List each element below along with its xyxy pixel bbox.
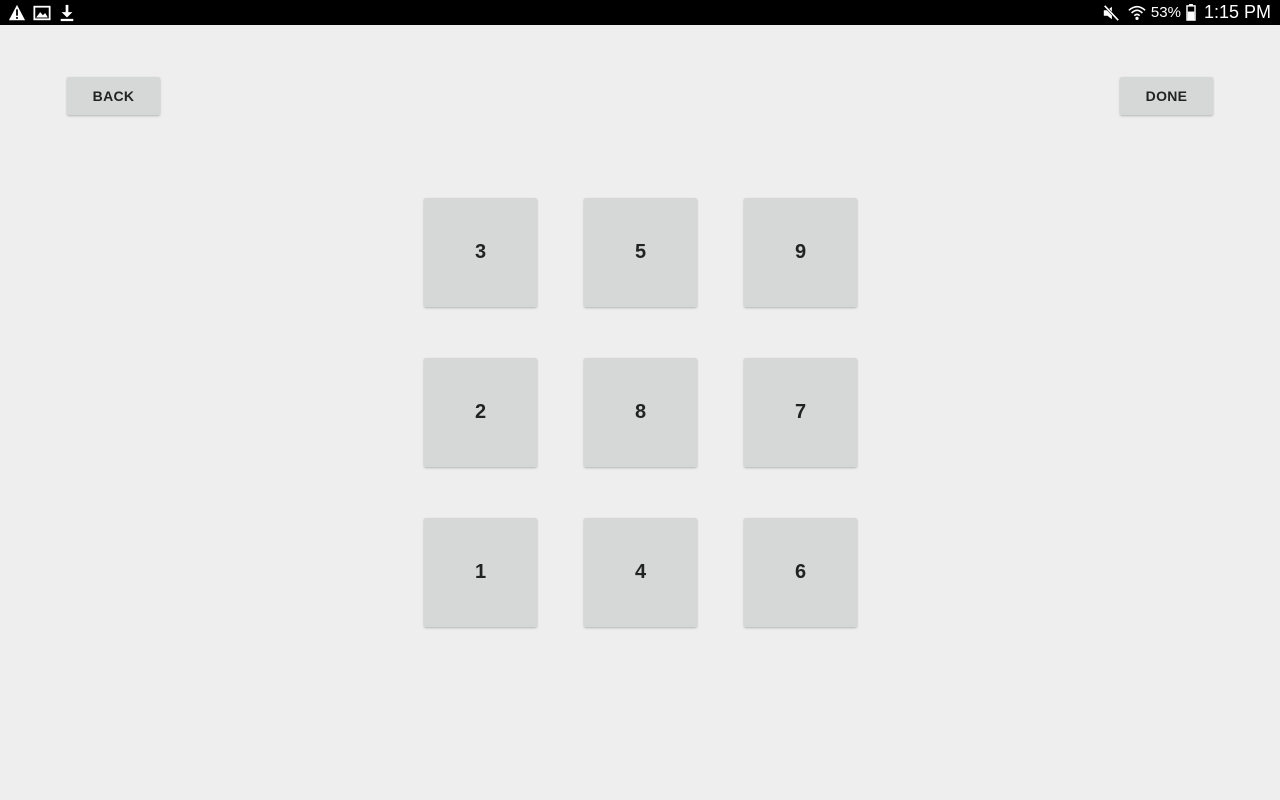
status-bar: 53% 1:15 PM: [0, 0, 1280, 25]
battery-icon: [1186, 4, 1196, 21]
number-tile[interactable]: 5: [584, 198, 697, 307]
number-tile[interactable]: 9: [744, 198, 857, 307]
image-icon: [33, 5, 51, 20]
number-tile[interactable]: 4: [584, 518, 697, 627]
wifi-icon: [1128, 5, 1146, 20]
notification-icons: [8, 3, 76, 22]
number-tile[interactable]: 2: [424, 358, 537, 467]
number-tile[interactable]: 6: [744, 518, 857, 627]
clock: 1:15 PM: [1203, 2, 1271, 22]
warning-icon: [8, 4, 26, 20]
number-tile[interactable]: 8: [584, 358, 697, 467]
number-tile[interactable]: 3: [424, 198, 537, 307]
download-icon: [60, 4, 74, 21]
done-button[interactable]: DONE: [1120, 77, 1213, 115]
number-tile[interactable]: 1: [424, 518, 537, 627]
battery-percent: 53%: [1150, 4, 1181, 21]
mute-icon: [1103, 4, 1120, 21]
number-grid: 3 5 9 2 8 7 1 4 6: [424, 198, 857, 627]
number-tile[interactable]: 7: [744, 358, 857, 467]
back-button[interactable]: BACK: [67, 77, 160, 115]
system-status: 53% 1:15 PM: [1102, 0, 1271, 25]
